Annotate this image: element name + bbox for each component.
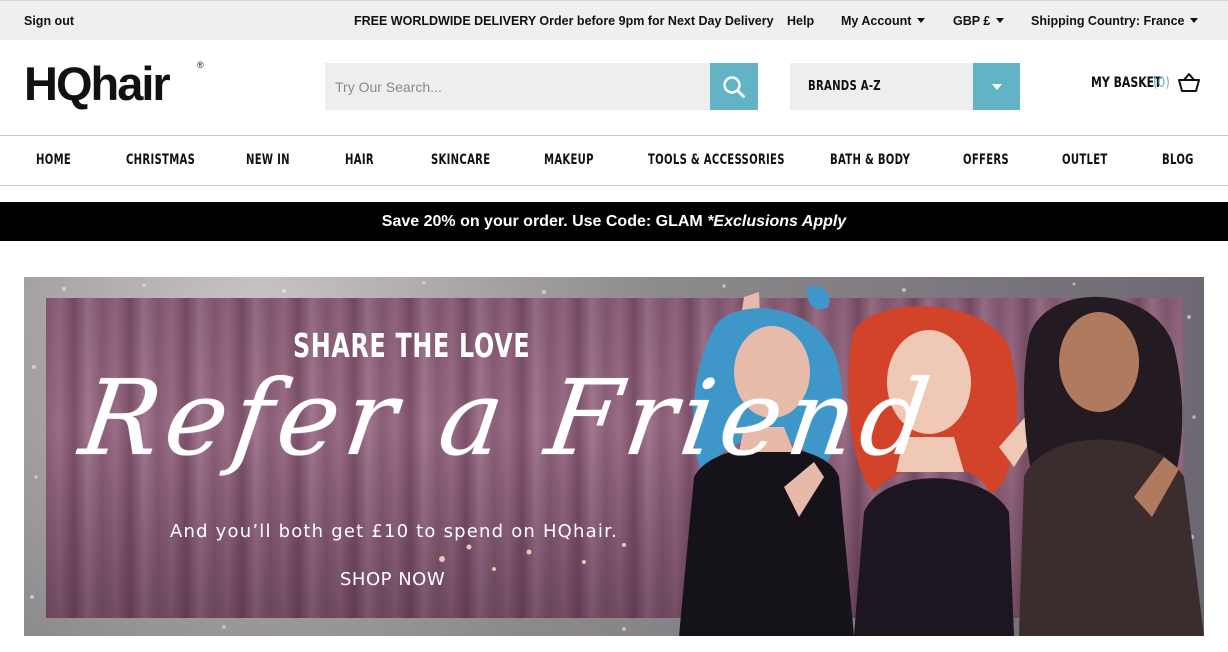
promo-banner[interactable]: Save 20% on your order. Use Code: GLAM *…	[0, 202, 1228, 241]
delivery-message: FREE WORLDWIDE DELIVERY Order before 9pm…	[354, 14, 774, 28]
brands-dropdown[interactable]: BRANDS A-Z	[790, 63, 1020, 110]
main-nav: HOME CHRISTMAS NEW IN HAIR SKINCARE MAKE…	[0, 135, 1228, 186]
chevron-down-icon	[917, 18, 926, 23]
hero-title: Refer a Friend	[73, 357, 943, 479]
search-input[interactable]	[325, 63, 710, 110]
nav-item-bath-body[interactable]: BATH & BODY	[830, 152, 910, 168]
basket-link[interactable]: MY BASKET (0)	[1091, 73, 1200, 98]
brands-label: BRANDS A-Z	[808, 79, 881, 94]
search-button[interactable]	[710, 63, 758, 110]
shop-now-button[interactable]: SHOP NOW	[340, 569, 445, 590]
registered-mark: ®	[197, 60, 204, 70]
sign-out-link[interactable]: Sign out	[24, 14, 74, 28]
basket-label: MY BASKET	[1091, 75, 1162, 91]
nav-item-hair[interactable]: HAIR	[345, 152, 374, 168]
nav-item-tools[interactable]: TOOLS & ACCESSORIES	[648, 152, 785, 168]
shipping-country-label: Shipping Country: France	[1031, 14, 1185, 28]
promo-text: Save 20% on your order. Use Code: GLAM	[381, 213, 708, 230]
currency-label: GBP £	[953, 14, 991, 28]
nav-item-blog[interactable]: BLOG	[1162, 152, 1194, 168]
my-account-label: My Account	[841, 14, 912, 28]
search-bar	[325, 63, 758, 110]
hero-banner[interactable]: SHARE THE LOVE Refer a Friend And you’ll…	[24, 277, 1204, 636]
shipping-country-dropdown[interactable]: Shipping Country: France	[1031, 14, 1199, 28]
logo-wordmark: HQhair	[24, 57, 171, 110]
hero-subtitle: And you’ll both get £10 to spend on HQha…	[170, 521, 618, 542]
chevron-down-icon	[1190, 18, 1199, 23]
search-icon	[723, 75, 745, 98]
chevron-down-icon	[991, 83, 1002, 90]
utility-bar: Sign out FREE WORLDWIDE DELIVERY Order b…	[0, 0, 1228, 40]
brands-dropdown-button[interactable]	[973, 63, 1020, 110]
basket-icon	[1178, 73, 1200, 92]
basket-count: (0)	[1153, 75, 1170, 91]
nav-item-outlet[interactable]: OUTLET	[1062, 152, 1108, 168]
help-link[interactable]: Help	[787, 14, 814, 28]
site-logo[interactable]: HQhair ®	[24, 57, 204, 110]
nav-item-home[interactable]: HOME	[36, 152, 71, 168]
nav-item-new-in[interactable]: NEW IN	[246, 152, 290, 168]
my-account-dropdown[interactable]: My Account	[841, 14, 926, 28]
nav-item-makeup[interactable]: MAKEUP	[544, 152, 594, 168]
promo-exclusions: *Exclusions Apply	[707, 213, 847, 230]
nav-item-christmas[interactable]: CHRISTMAS	[126, 152, 195, 168]
currency-dropdown[interactable]: GBP £	[953, 14, 1005, 28]
nav-item-skincare[interactable]: SKINCARE	[431, 152, 490, 168]
chevron-down-icon	[996, 18, 1005, 23]
nav-item-offers[interactable]: OFFERS	[963, 152, 1009, 168]
